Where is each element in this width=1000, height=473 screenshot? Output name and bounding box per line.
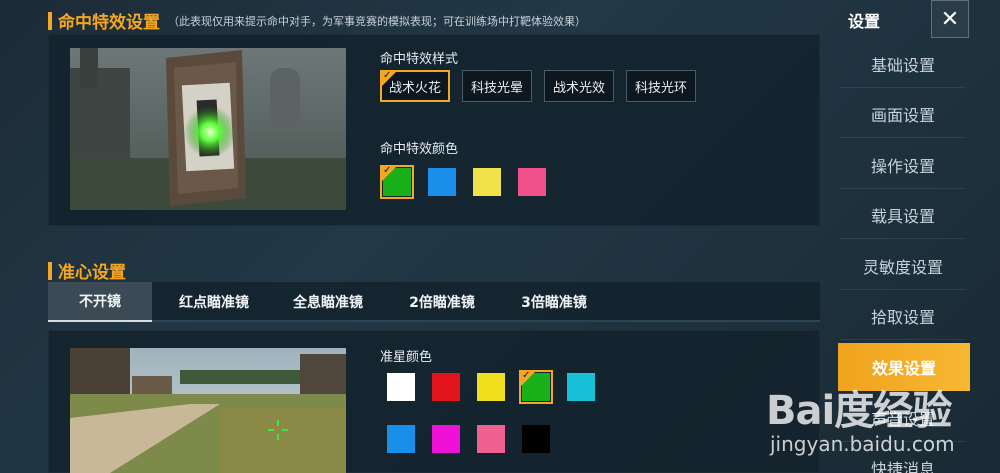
color-swatch-fill <box>387 373 415 401</box>
sidebar-item-graphics[interactable]: 画面设置 <box>840 90 966 138</box>
hit-style-option[interactable]: ✓ 战术火花 <box>380 70 450 102</box>
crosshair-preview-image <box>70 348 346 473</box>
color-swatch[interactable] <box>429 422 463 456</box>
sidebar-item-vehicle[interactable]: 载具设置 <box>840 191 966 239</box>
sidebar-title: 设置 <box>848 12 881 31</box>
hit-effect-section-header: 命中特效设置 （此表现仅用来提示命中对手，为军事竞赛的模拟表现；可在训练场中打靶… <box>48 8 586 33</box>
crosshair-section-header: 准心设置 <box>48 258 126 283</box>
section-accent-bar <box>48 11 52 30</box>
sidebar-item-basic[interactable]: 基础设置 <box>840 40 966 88</box>
color-swatch[interactable] <box>515 165 549 199</box>
color-swatch-fill <box>432 425 460 453</box>
hit-style-label: 科技光环 <box>634 80 687 96</box>
color-swatch-fill <box>518 168 546 196</box>
color-swatch[interactable]: ✓ <box>519 370 553 404</box>
watermark-url: jingyan.baidu.com <box>770 432 955 456</box>
hit-effect-note: （此表现仅用来提示命中对手，为军事竞赛的模拟表现；可在训练场中打靶体验效果） <box>168 14 586 28</box>
color-swatch[interactable] <box>519 422 553 456</box>
color-swatch[interactable] <box>384 370 418 404</box>
color-swatch[interactable] <box>474 422 508 456</box>
crosshair-color-label: 准星颜色 <box>380 350 433 365</box>
hit-effect-preview-image <box>70 48 346 210</box>
color-swatch[interactable] <box>429 370 463 404</box>
color-swatch-fill <box>473 168 501 196</box>
hit-style-label: 科技光晕 <box>470 80 523 96</box>
hit-effect-color-label: 命中特效颜色 <box>380 142 459 157</box>
color-swatch-fill <box>387 425 415 453</box>
section-accent-bar <box>48 261 52 280</box>
tab-no-scope[interactable]: 不开镜 <box>48 282 152 322</box>
color-swatch-fill <box>432 373 460 401</box>
color-swatch-fill <box>522 425 550 453</box>
hit-effect-style-label: 命中特效样式 <box>380 52 459 67</box>
tab-3x-scope[interactable]: 3倍瞄准镜 <box>504 282 604 322</box>
color-swatch[interactable] <box>470 165 504 199</box>
scope-tabs: 不开镜 红点瞄准镜 全息瞄准镜 2倍瞄准镜 3倍瞄准镜 <box>48 282 820 322</box>
check-icon: ✓ <box>383 165 392 176</box>
color-swatch-fill <box>477 425 505 453</box>
sidebar-item-sensitivity[interactable]: 灵敏度设置 <box>840 242 966 290</box>
hit-style-label: 战术火花 <box>388 80 441 96</box>
color-swatch-fill <box>567 373 595 401</box>
sidebar-item-controls[interactable]: 操作设置 <box>840 141 966 189</box>
check-icon: ✓ <box>383 70 392 81</box>
sidebar-item-pickup[interactable]: 拾取设置 <box>840 292 966 340</box>
hit-style-option[interactable]: 战术光效 <box>544 70 614 102</box>
color-swatch-fill <box>428 168 456 196</box>
settings-main-panel: 命中特效设置 （此表现仅用来提示命中对手，为军事竞赛的模拟表现；可在训练场中打靶… <box>0 0 830 473</box>
close-icon: ✕ <box>940 6 960 32</box>
watermark-brand: Bai度经验 <box>766 388 952 434</box>
hit-style-label: 战术光效 <box>552 80 605 96</box>
tab-2x-scope[interactable]: 2倍瞄准镜 <box>392 282 492 322</box>
color-swatch-fill <box>477 373 505 401</box>
check-icon: ✓ <box>522 370 531 381</box>
color-swatch[interactable] <box>384 422 418 456</box>
hit-effect-title: 命中特效设置 <box>58 13 160 33</box>
hit-style-option[interactable]: 科技光晕 <box>462 70 532 102</box>
tab-red-dot[interactable]: 红点瞄准镜 <box>160 282 268 322</box>
baidu-watermark: Bai度经验 jingyan.baidu.com <box>766 360 1000 473</box>
color-swatch[interactable]: ✓ <box>380 165 414 199</box>
color-swatch[interactable] <box>425 165 459 199</box>
crosshair-title: 准心设置 <box>58 263 126 283</box>
close-button[interactable]: ✕ <box>931 0 969 38</box>
tab-holographic[interactable]: 全息瞄准镜 <box>276 282 380 322</box>
hit-style-option[interactable]: 科技光环 <box>626 70 696 102</box>
color-swatch[interactable] <box>564 370 598 404</box>
color-swatch[interactable] <box>474 370 508 404</box>
